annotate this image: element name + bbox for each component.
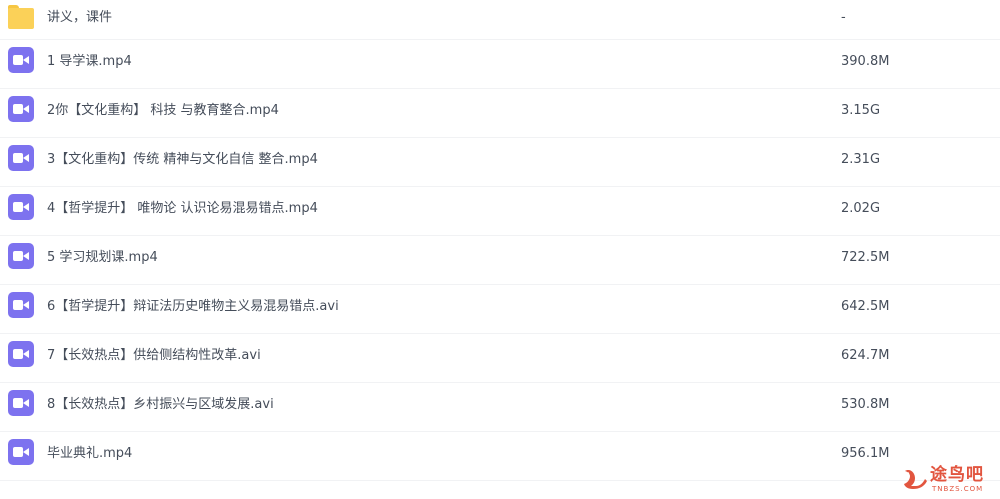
- file-row[interactable]: 4【哲学提升】 唯物论 认识论易混易错点.mp4 2.02G: [0, 187, 1000, 236]
- file-size: 722.5M: [841, 250, 890, 265]
- file-row[interactable]: 7【长效热点】供给侧结构性改革.avi 624.7M: [0, 334, 1000, 383]
- file-name[interactable]: 3【文化重构】传统 精神与文化自信 整合.mp4: [47, 151, 318, 169]
- video-file-icon: [8, 96, 34, 122]
- file-size: 3.15G: [841, 103, 881, 118]
- file-list: 讲义，课件 - 1 导学课.mp4 390.8M 2你【文化重构】 科技 与教育…: [0, 0, 1000, 481]
- watermark: 途鸟吧 TNBZS.COM: [902, 465, 992, 495]
- file-size: 956.1M: [841, 446, 890, 461]
- watermark-subtext: TNBZS.COM: [932, 485, 984, 493]
- file-row[interactable]: 2你【文化重构】 科技 与教育整合.mp4 3.15G: [0, 89, 1000, 138]
- file-row-folder[interactable]: 讲义，课件 -: [0, 0, 1000, 40]
- video-file-icon: [8, 243, 34, 269]
- file-size: 390.8M: [841, 54, 890, 69]
- file-name[interactable]: 6【哲学提升】辩证法历史唯物主义易混易错点.avi: [47, 298, 339, 316]
- file-name[interactable]: 毕业典礼.mp4: [47, 445, 132, 463]
- video-file-icon: [8, 145, 34, 171]
- video-file-icon: [8, 341, 34, 367]
- file-size: 2.31G: [841, 152, 881, 167]
- file-size: -: [841, 10, 846, 25]
- video-file-icon: [8, 390, 34, 416]
- video-file-icon: [8, 194, 34, 220]
- file-size: 530.8M: [841, 397, 890, 412]
- file-name[interactable]: 8【长效热点】乡村振兴与区域发展.avi: [47, 396, 274, 414]
- bird-logo-icon: [904, 470, 927, 489]
- file-name[interactable]: 2你【文化重构】 科技 与教育整合.mp4: [47, 102, 279, 120]
- file-size: 2.02G: [841, 201, 881, 216]
- file-size: 642.5M: [841, 299, 890, 314]
- file-size: 624.7M: [841, 348, 890, 363]
- video-file-icon: [8, 47, 34, 73]
- file-name[interactable]: 7【长效热点】供给侧结构性改革.avi: [47, 347, 261, 365]
- watermark-text: 途鸟吧: [930, 465, 984, 485]
- video-file-icon: [8, 292, 34, 318]
- file-row[interactable]: 毕业典礼.mp4 956.1M: [0, 432, 1000, 481]
- file-row[interactable]: 5 学习规划课.mp4 722.5M: [0, 236, 1000, 285]
- video-file-icon: [8, 439, 34, 465]
- file-name[interactable]: 4【哲学提升】 唯物论 认识论易混易错点.mp4: [47, 200, 318, 218]
- folder-icon: [8, 4, 34, 30]
- file-row[interactable]: 1 导学课.mp4 390.8M: [0, 40, 1000, 89]
- file-name[interactable]: 5 学习规划课.mp4: [47, 249, 158, 267]
- file-row[interactable]: 3【文化重构】传统 精神与文化自信 整合.mp4 2.31G: [0, 138, 1000, 187]
- file-row[interactable]: 6【哲学提升】辩证法历史唯物主义易混易错点.avi 642.5M: [0, 285, 1000, 334]
- file-row[interactable]: 8【长效热点】乡村振兴与区域发展.avi 530.8M: [0, 383, 1000, 432]
- file-name[interactable]: 1 导学课.mp4: [47, 53, 132, 71]
- file-name[interactable]: 讲义，课件: [47, 9, 112, 27]
